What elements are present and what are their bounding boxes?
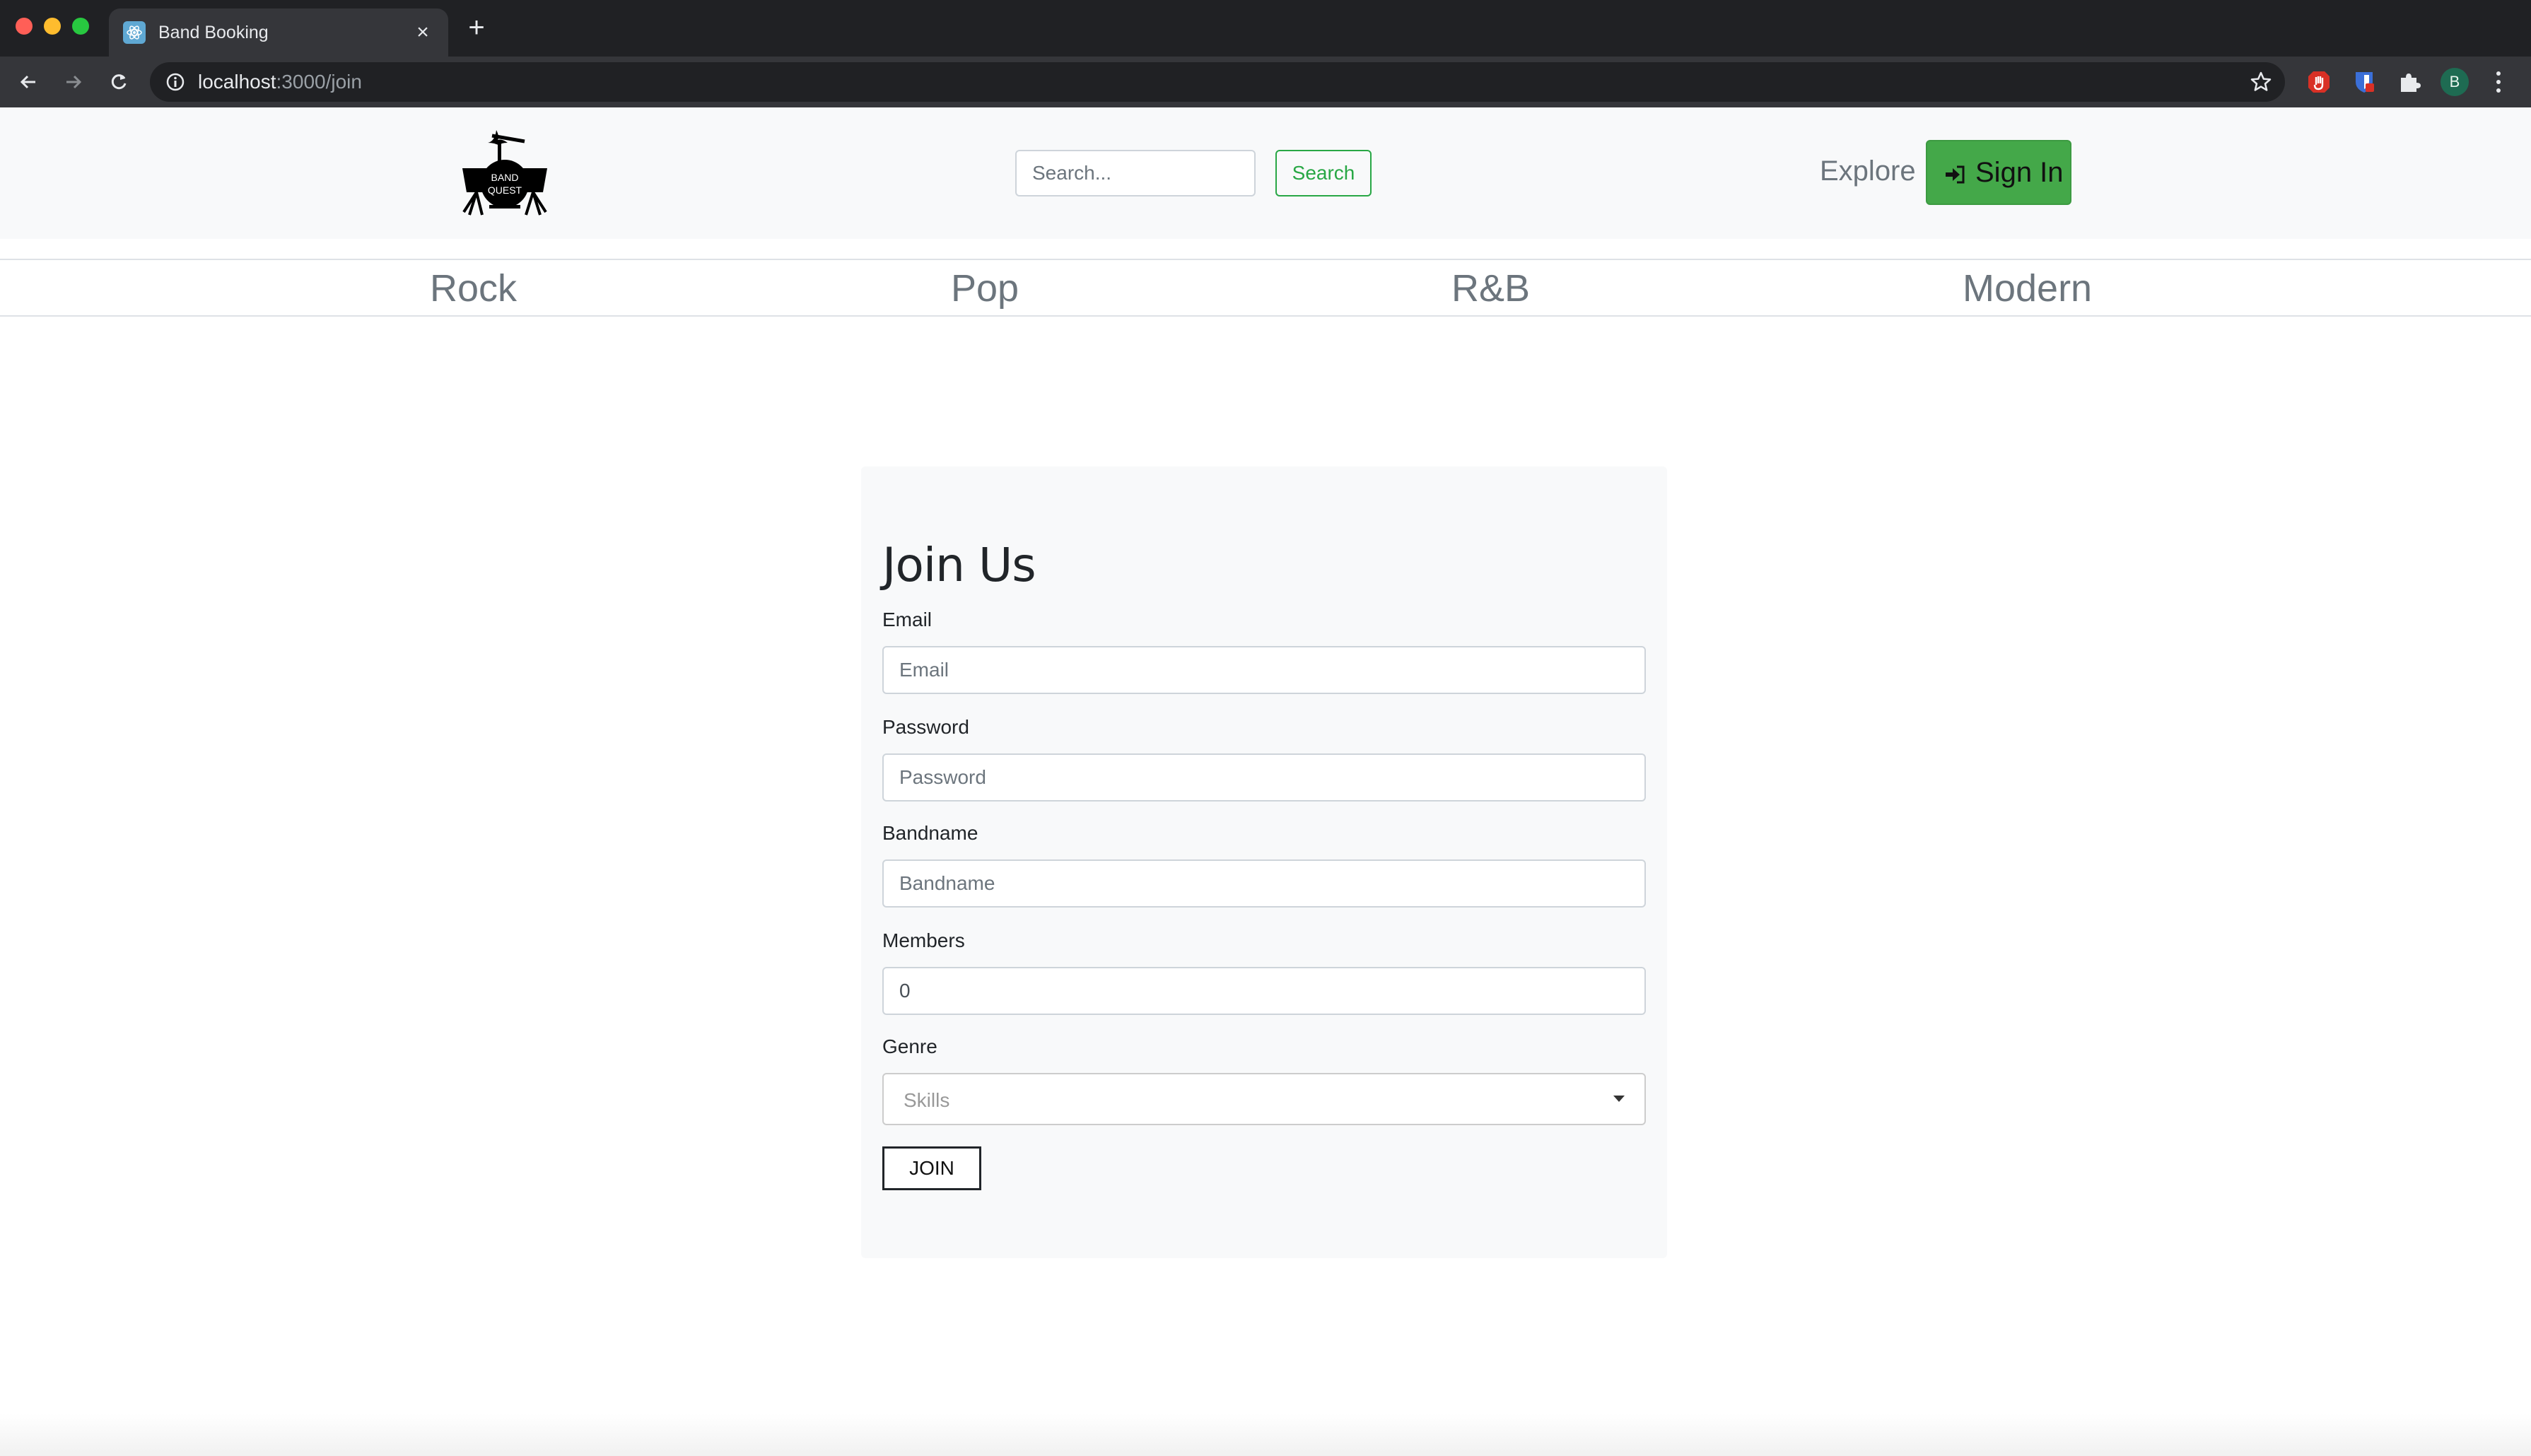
join-form-card: Join Us Email Password Bandname Members … <box>861 466 1667 1258</box>
close-window-button[interactable] <box>16 18 33 35</box>
form-title: Join Us <box>882 538 1036 592</box>
members-field[interactable] <box>882 967 1646 1015</box>
maximize-window-button[interactable] <box>72 18 89 35</box>
minimize-window-button[interactable] <box>44 18 61 35</box>
genre-link-modern[interactable]: Modern <box>1963 266 2092 311</box>
tab-title: Band Booking <box>158 23 269 42</box>
genre-select-placeholder: Skills <box>904 1089 950 1111</box>
genre-select[interactable]: Skills <box>882 1073 1646 1125</box>
genre-label: Genre <box>882 1035 937 1057</box>
url-path: :3000/join <box>276 71 362 93</box>
members-label: Members <box>882 929 965 951</box>
genre-nav: Rock Pop R&B Modern <box>0 259 2531 317</box>
genre-link-rnb[interactable]: R&B <box>1451 266 1530 311</box>
site-info-icon[interactable] <box>165 72 185 92</box>
site-header: BAND QUEST Search Explore Sign In <box>0 107 2531 239</box>
join-button[interactable]: JOIN <box>882 1146 981 1190</box>
email-label: Email <box>882 609 933 630</box>
band-quest-logo[interactable]: BAND QUEST <box>461 127 549 218</box>
tab-close-icon[interactable]: × <box>411 21 434 44</box>
logo-text-quest: QUEST <box>488 184 522 196</box>
bookmark-star-icon[interactable] <box>2250 71 2272 93</box>
address-bar[interactable]: localhost:3000/join <box>150 62 2285 102</box>
email-field[interactable] <box>882 646 1646 694</box>
new-tab-button[interactable]: + <box>464 13 489 42</box>
forward-arrow-icon[interactable] <box>58 66 89 98</box>
url-host: localhost <box>198 71 276 93</box>
react-favicon-icon <box>123 21 146 44</box>
profile-avatar[interactable]: B <box>2441 68 2469 96</box>
browser-tabstrip: Band Booking × + <box>0 0 2531 57</box>
search-input[interactable] <box>1015 150 1256 196</box>
browser-menu-icon[interactable] <box>2487 69 2510 95</box>
password-field[interactable] <box>882 753 1646 802</box>
password-label: Password <box>882 716 969 738</box>
password-manager-extension-icon[interactable] <box>2351 69 2377 95</box>
search-button[interactable]: Search <box>1275 150 1372 196</box>
explore-link[interactable]: Explore <box>1820 154 1916 188</box>
adblock-extension-icon[interactable] <box>2306 69 2332 95</box>
sign-in-label: Sign In <box>1975 157 2064 188</box>
back-arrow-icon[interactable] <box>13 66 44 98</box>
browser-toolbar: localhost:3000/join B <box>0 57 2531 107</box>
sign-in-button[interactable]: Sign In <box>1926 140 2071 205</box>
reload-icon[interactable] <box>103 66 134 98</box>
page-bottom-shadow <box>0 1414 2531 1456</box>
sign-in-icon <box>1946 165 1965 184</box>
url-text: localhost:3000/join <box>198 71 362 93</box>
browser-tab-active[interactable]: Band Booking × <box>109 8 448 57</box>
extensions-puzzle-icon[interactable] <box>2397 69 2422 95</box>
bandname-field[interactable] <box>882 859 1646 908</box>
logo-text-band: BAND <box>491 172 519 183</box>
genre-link-rock[interactable]: Rock <box>430 266 517 311</box>
chevron-down-icon <box>1613 1096 1625 1102</box>
bandname-label: Bandname <box>882 822 978 844</box>
genre-link-pop[interactable]: Pop <box>951 266 1019 311</box>
